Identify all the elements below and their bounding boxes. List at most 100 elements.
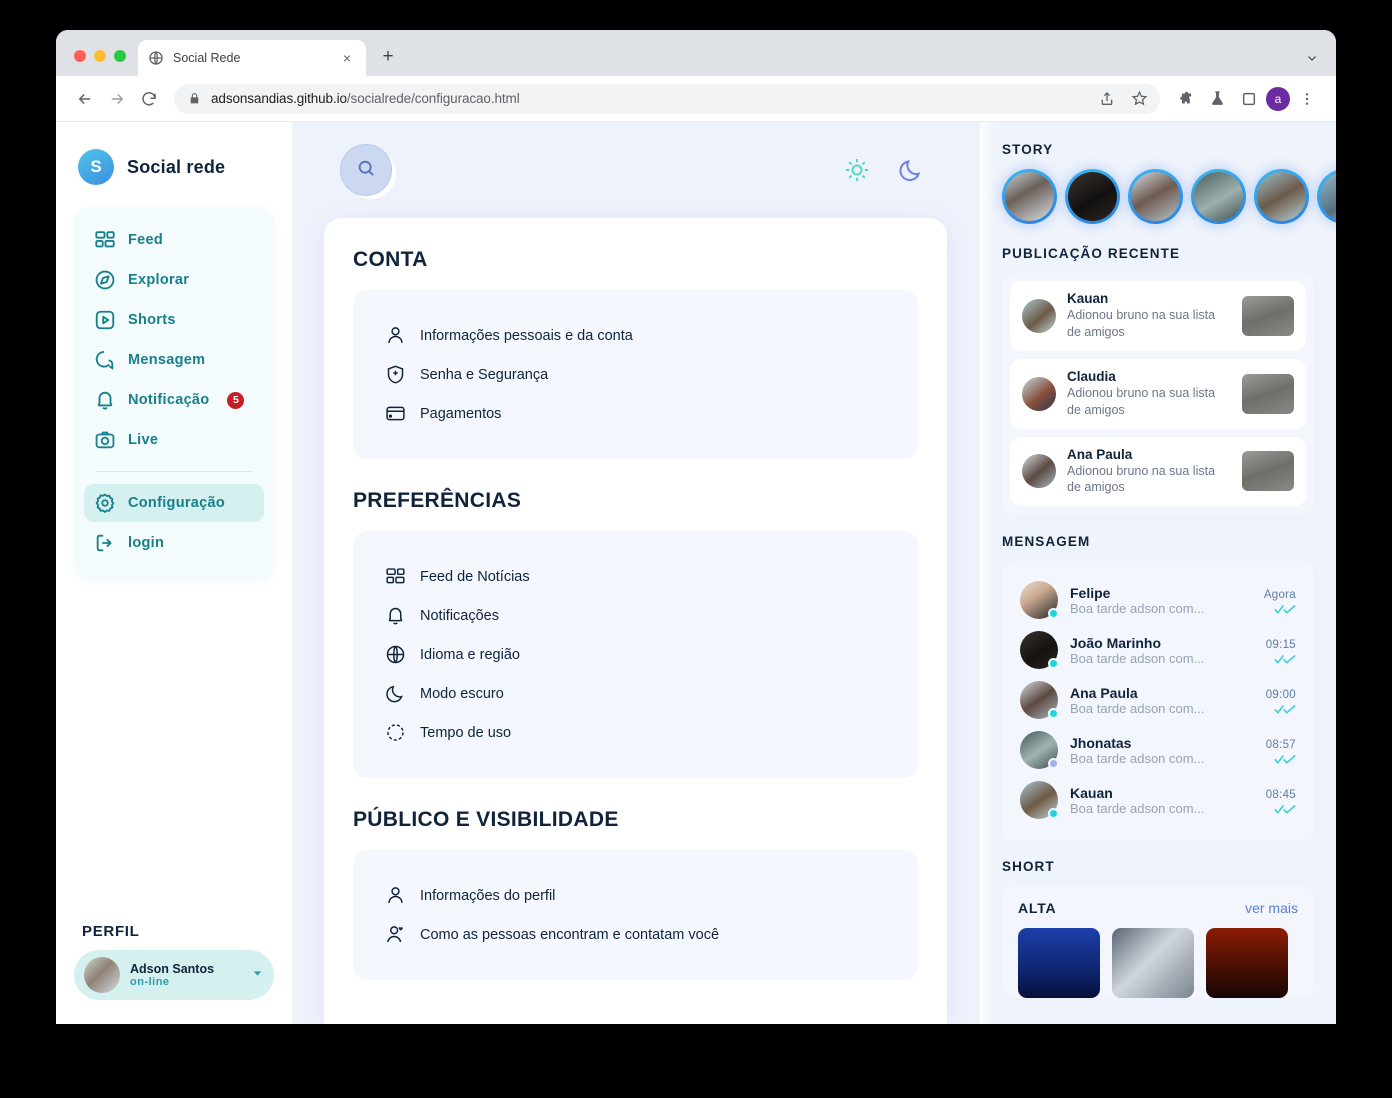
- brand[interactable]: S Social rede: [74, 142, 274, 185]
- avatar: [1257, 172, 1306, 221]
- option-tempo-de-uso[interactable]: Tempo de uso: [353, 713, 918, 752]
- option-modo-escuro[interactable]: Modo escuro: [353, 674, 918, 713]
- sidebar-item-feed[interactable]: Feed: [84, 221, 264, 259]
- recent-posts-list: Kauan Adionou bruno na sua lista de amig…: [1002, 273, 1314, 515]
- brand-name: Social rede: [127, 156, 226, 177]
- main-toolbar: [292, 122, 980, 218]
- new-tab-button[interactable]: +: [374, 43, 402, 71]
- side-panel-icon[interactable]: [1234, 84, 1264, 114]
- sidebar-item-configuracao[interactable]: Configuração: [84, 484, 264, 522]
- profile-card[interactable]: Adson Santos on-line: [74, 950, 274, 1000]
- message-top: Felipe Agora: [1070, 585, 1296, 601]
- profile-avatar[interactable]: a: [1266, 86, 1290, 111]
- post-thumbnail[interactable]: [1242, 373, 1294, 414]
- short-heading: SHORT: [1002, 859, 1055, 875]
- online-dot-icon: [1048, 608, 1059, 620]
- gear-icon: [94, 492, 116, 514]
- moon-icon[interactable]: [898, 157, 924, 183]
- chevron-down-icon[interactable]: [251, 967, 264, 983]
- right-panel: STORY PUBLICAÇÃO RECENTE Kauan Adionou b…: [980, 122, 1336, 1024]
- share-icon[interactable]: [1092, 84, 1122, 114]
- sidebar-item-explorar[interactable]: Explorar: [84, 261, 264, 299]
- sidebar-item-mensagem[interactable]: Mensagem: [84, 341, 264, 379]
- list-item[interactable]: Kauan Adionou bruno na sua lista de amig…: [1010, 281, 1306, 351]
- list-item[interactable]: Felipe Agora Boa tarde adson com...: [1016, 575, 1300, 625]
- address-bar[interactable]: adsonsandias.github.io/socialrede/config…: [174, 83, 1160, 114]
- sidebar-item-shorts[interactable]: Shorts: [84, 301, 264, 339]
- list-item[interactable]: João Marinho 09:15 Boa tarde adson com..…: [1016, 625, 1300, 675]
- notification-badge: 5: [227, 391, 245, 409]
- lab-flask-icon[interactable]: [1202, 84, 1232, 114]
- story-item[interactable]: [1254, 169, 1309, 224]
- short-thumbnail[interactable]: [1112, 928, 1194, 999]
- close-window-button[interactable]: [74, 50, 86, 62]
- chevron-down-icon[interactable]: [1306, 52, 1318, 67]
- recent-heading: PUBLICAÇÃO RECENTE: [1002, 246, 1181, 261]
- message-name: Ana Paula: [1070, 684, 1138, 701]
- maximize-window-button[interactable]: [114, 50, 126, 62]
- option-senha-seguranca[interactable]: Senha e Segurança: [353, 355, 918, 394]
- option-notificacoes[interactable]: Notificações: [353, 596, 918, 635]
- list-item[interactable]: Ana Paula Adionou bruno na sua lista de …: [1010, 436, 1306, 507]
- option-label: Feed de Notícias: [420, 568, 530, 585]
- short-thumbnail[interactable]: [1206, 928, 1288, 999]
- close-icon[interactable]: ×: [338, 49, 356, 67]
- bookmark-star-icon[interactable]: [1124, 84, 1154, 114]
- avatar-wrap: [1020, 681, 1059, 720]
- post-thumbnail[interactable]: [1242, 451, 1294, 492]
- forward-button[interactable]: [102, 84, 132, 114]
- option-informacoes-pessoais[interactable]: Informações pessoais e da conta: [353, 316, 918, 355]
- message-top: João Marinho 09:15: [1070, 635, 1296, 651]
- avatar: [1131, 172, 1180, 221]
- message-bottom: Boa tarde adson com...: [1070, 601, 1296, 616]
- see-more-link[interactable]: ver mais: [1245, 900, 1298, 916]
- list-item[interactable]: Jhonatas 08:57 Boa tarde adson com...: [1016, 725, 1300, 775]
- back-button[interactable]: [70, 84, 100, 114]
- more-menu-icon[interactable]: [1292, 84, 1322, 114]
- message-top: Jhonatas 08:57: [1070, 735, 1296, 751]
- browser-tab[interactable]: Social Rede ×: [138, 40, 366, 76]
- story-item[interactable]: [1191, 169, 1246, 224]
- short-thumbnails: [1018, 928, 1298, 999]
- option-pagamentos[interactable]: Pagamentos: [353, 394, 918, 433]
- message-preview: Boa tarde adson com...: [1070, 700, 1205, 716]
- sidebar-item-notificacao[interactable]: Notificação 5: [84, 381, 264, 419]
- message-body: Ana Paula 09:00 Boa tarde adson com...: [1070, 685, 1296, 716]
- compass-icon: [94, 269, 116, 291]
- option-idioma-regiao[interactable]: Idioma e região: [353, 635, 918, 674]
- feed-grid-icon: [385, 566, 406, 587]
- message-name: Jhonatas: [1070, 734, 1132, 751]
- story-item[interactable]: [1128, 169, 1183, 224]
- recent-name: Ana Paula: [1067, 446, 1133, 462]
- option-como-encontram[interactable]: Como as pessoas encontram e contatam voc…: [353, 915, 918, 954]
- story-item[interactable]: [1002, 169, 1057, 224]
- option-label: Tempo de uso: [420, 724, 512, 741]
- avatar: [84, 957, 120, 993]
- short-thumbnail[interactable]: [1018, 928, 1100, 999]
- list-item[interactable]: Claudia Adionou bruno na sua lista de am…: [1010, 358, 1306, 429]
- extensions-puzzle-icon[interactable]: [1170, 84, 1200, 114]
- sidebar-item-label: Configuração: [128, 495, 226, 511]
- option-informacoes-perfil[interactable]: Informações do perfil: [353, 876, 918, 915]
- minimize-window-button[interactable]: [94, 50, 106, 62]
- story-item[interactable]: [1317, 169, 1336, 224]
- timer-icon: [385, 722, 406, 743]
- avatar: [1320, 172, 1336, 221]
- reload-button[interactable]: [134, 84, 164, 114]
- url-domain: adsonsandias.github.io: [211, 91, 347, 106]
- option-feed-noticias[interactable]: Feed de Notícias: [353, 557, 918, 596]
- search-button[interactable]: [340, 144, 392, 196]
- list-item[interactable]: Ana Paula 09:00 Boa tarde adson com...: [1016, 675, 1300, 725]
- list-item[interactable]: Kauan 08:45 Boa tarde adson com...: [1016, 775, 1300, 825]
- short-label: ALTA: [1018, 900, 1057, 917]
- message-body: Kauan 08:45 Boa tarde adson com...: [1070, 785, 1296, 816]
- sidebar-item-live[interactable]: Live: [84, 421, 264, 459]
- sidebar-item-login[interactable]: login: [84, 524, 264, 562]
- story-item[interactable]: [1065, 169, 1120, 224]
- settings-panel: CONTA Informações pessoais e da conta Se…: [324, 218, 947, 1024]
- bell-icon: [385, 605, 406, 626]
- message-bottom: Boa tarde adson com...: [1070, 701, 1296, 716]
- avatar-wrap: [1020, 631, 1059, 670]
- sun-icon[interactable]: [844, 157, 870, 183]
- post-thumbnail[interactable]: [1242, 295, 1294, 336]
